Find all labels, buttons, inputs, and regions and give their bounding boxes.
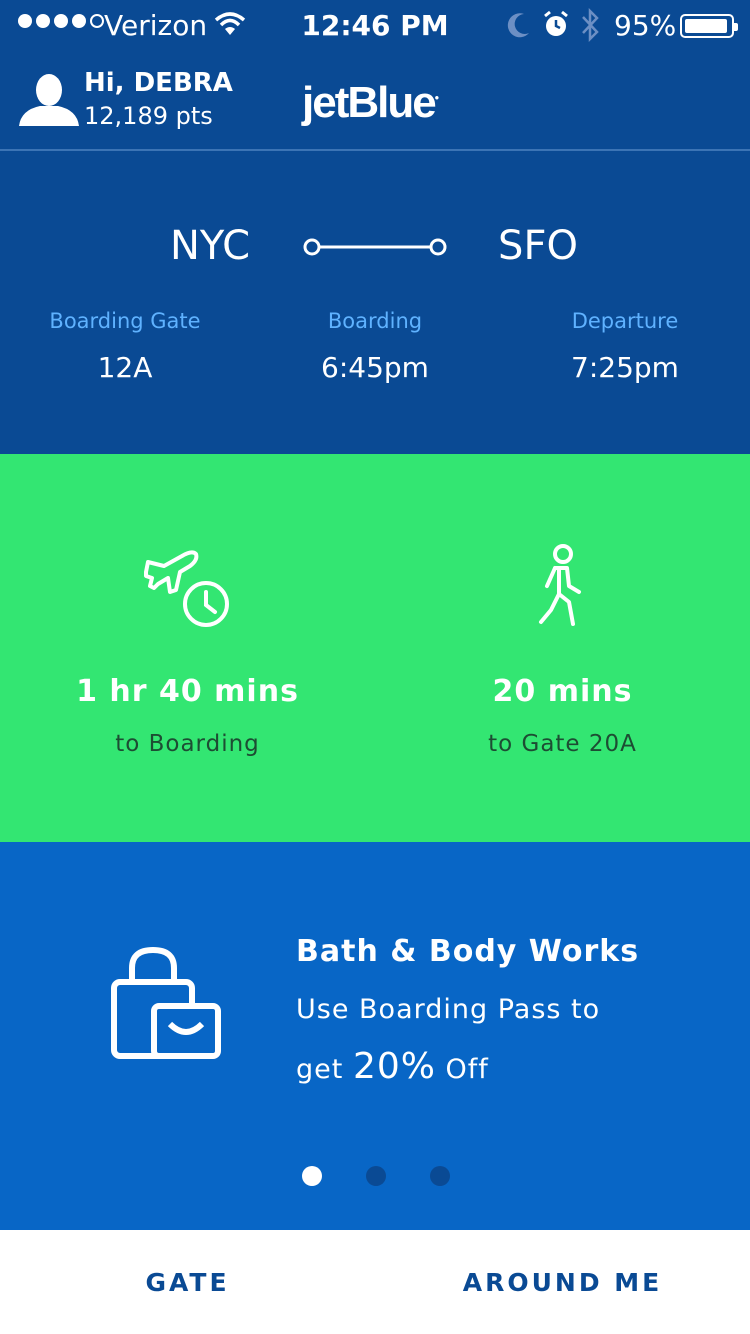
flight-info-panel: NYC SFO Boarding Gate 12A Boarding 6:45p… (0, 151, 750, 454)
user-points: 12,189 pts (84, 102, 213, 130)
promo-discount-prefix: get (296, 1054, 344, 1085)
route-line-icon (303, 238, 447, 256)
promo-discount-suffix: Off (445, 1054, 489, 1085)
origin-airport: NYC (169, 223, 251, 269)
walk-time-caption: to Gate 20A (488, 731, 637, 757)
moon-icon (507, 13, 529, 38)
user-greeting: Hi, DEBRA (84, 68, 233, 98)
promo-card[interactable]: Bath & Body Works Use Boarding Pass to g… (0, 842, 750, 1230)
bottom-tab-bar: GATE AROUND ME (0, 1230, 750, 1334)
boarding-gate-label: Boarding Gate (49, 309, 201, 333)
page-dot-1[interactable] (302, 1166, 322, 1186)
boarding-gate-info: Boarding Gate 12A (0, 309, 250, 384)
destination-airport: SFO (498, 223, 578, 269)
alarm-icon (544, 10, 568, 36)
promo-discount-percent: 20% (352, 1046, 436, 1087)
shopping-bag-icon (111, 946, 221, 1059)
page-dot-3[interactable] (430, 1166, 450, 1186)
tab-around-me[interactable]: AROUND ME (375, 1268, 750, 1297)
status-bar: Verizon 12:46 PM 95% (0, 0, 750, 52)
battery-icon (680, 14, 738, 38)
battery-percentage: 95% (614, 9, 677, 42)
promo-discount: get 20% Off (296, 1046, 489, 1087)
walk-to-gate: 20 mins to Gate 20A (375, 542, 750, 757)
boarding-gate-value: 12A (97, 351, 153, 384)
promo-title: Bath & Body Works (296, 934, 640, 969)
walk-time-value: 20 mins (492, 674, 633, 709)
boarding-time-info: Boarding 6:45pm (250, 309, 500, 384)
plane-clock-icon (143, 550, 229, 627)
time-to-boarding: 1 hr 40 mins to Boarding (0, 542, 375, 757)
logo-text: jetBlue (302, 78, 437, 127)
tab-gate[interactable]: GATE (0, 1268, 375, 1297)
departure-label: Departure (571, 309, 679, 333)
jetblue-logo: jetBlue• (302, 78, 439, 127)
time-to-boarding-value: 1 hr 40 mins (76, 674, 299, 709)
departure-info: Departure 7:25pm (500, 309, 750, 384)
app-header: Hi, DEBRA 12,189 pts jetBlue• (0, 52, 750, 151)
page-dot-2[interactable] (366, 1166, 386, 1186)
boarding-time-value: 6:45pm (321, 351, 429, 384)
walking-person-icon (538, 544, 581, 626)
promo-description: Use Boarding Pass to (296, 994, 601, 1025)
timing-panel: 1 hr 40 mins to Boarding 20 mins to Gate… (0, 454, 750, 842)
avatar-icon[interactable] (18, 72, 80, 128)
boarding-time-label: Boarding (327, 309, 423, 333)
bluetooth-icon (582, 8, 599, 42)
time-to-boarding-caption: to Boarding (115, 731, 260, 757)
departure-value: 7:25pm (571, 351, 679, 384)
